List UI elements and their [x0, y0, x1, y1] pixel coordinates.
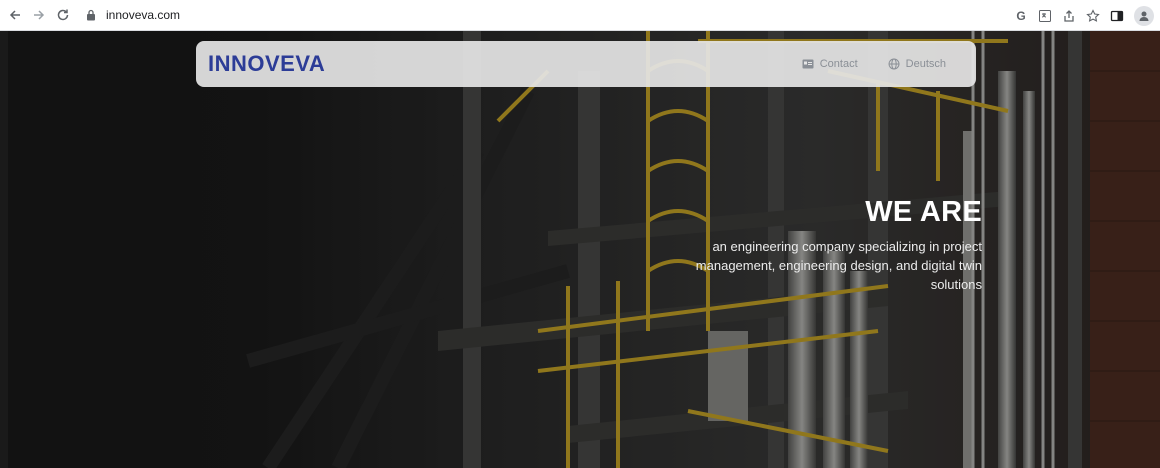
bookmark-star-icon[interactable] [1082, 5, 1104, 27]
language-link[interactable]: Deutsch [888, 58, 946, 70]
google-icon[interactable]: G [1010, 5, 1032, 27]
hero-title: WE ARE [865, 196, 982, 228]
contact-link[interactable]: Contact [802, 58, 858, 70]
contact-card-icon [802, 58, 814, 70]
site-header: INNOVEVA Contact Deutsch [196, 41, 976, 87]
side-panel-icon[interactable] [1106, 5, 1128, 27]
profile-icon[interactable] [1134, 5, 1154, 26]
address-bar[interactable]: innoveva.com [84, 4, 180, 26]
globe-icon [888, 58, 900, 70]
innoveva-logo[interactable]: INNOVEVA [208, 50, 325, 78]
hero-text-block: WE ARE an engineering company specializi… [662, 195, 982, 294]
lock-icon [84, 8, 98, 22]
forward-icon[interactable] [30, 6, 48, 24]
contact-label: Contact [819, 58, 858, 70]
url-text: innoveva.com [106, 8, 181, 22]
reload-icon[interactable] [54, 6, 72, 24]
back-icon[interactable] [6, 6, 24, 24]
hero-subtitle: an engineering company specializing in p… [695, 239, 982, 292]
header-nav: Contact Deutsch [772, 41, 946, 87]
share-icon[interactable] [1058, 5, 1080, 27]
logo-text: INNOVEVA [208, 51, 326, 76]
hero-background-image [8, 31, 1160, 468]
language-label: Deutsch [905, 58, 946, 70]
browser-toolbar: innoveva.com G [0, 0, 1160, 31]
translate-icon[interactable] [1034, 5, 1056, 27]
page-viewport: INNOVEVA Contact Deutsch WE ARE an engin… [8, 31, 1160, 468]
